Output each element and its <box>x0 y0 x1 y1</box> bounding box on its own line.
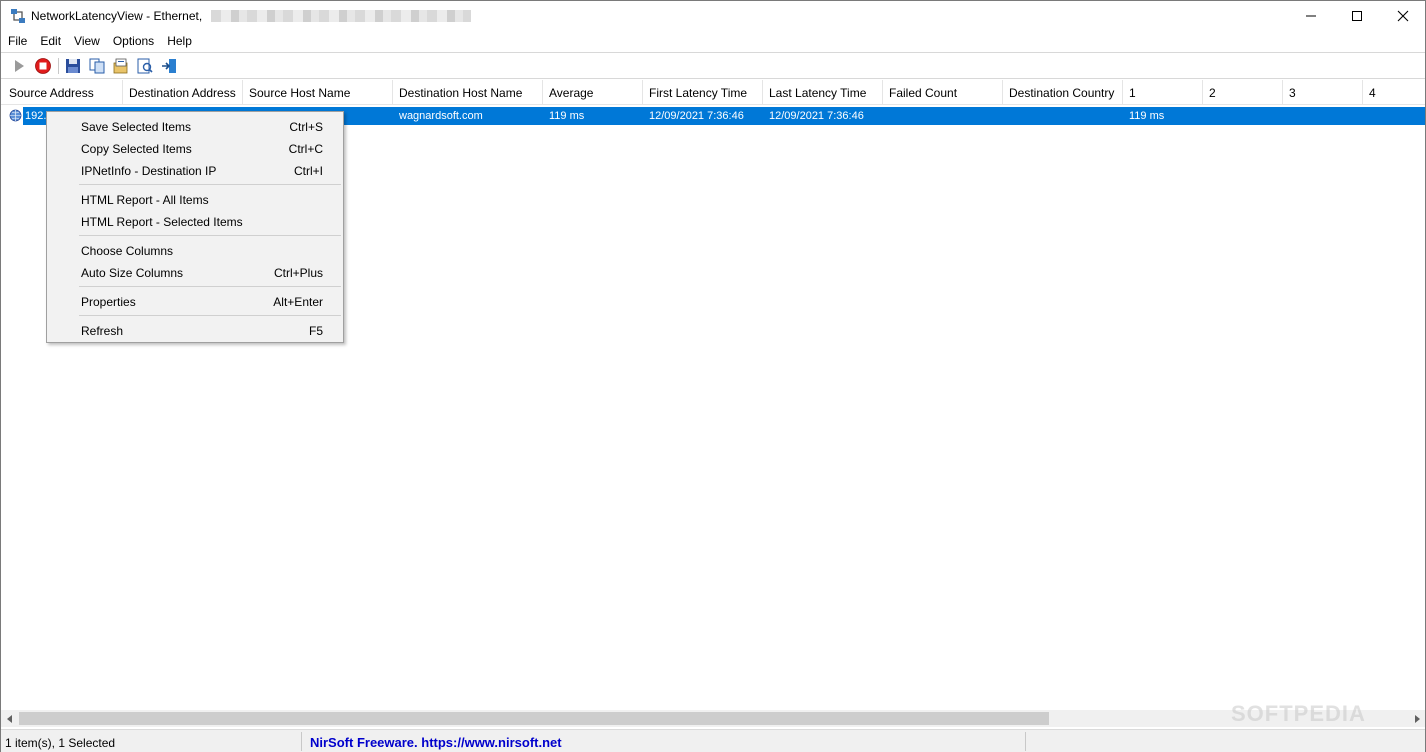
column-source-host-name[interactable]: Source Host Name <box>243 80 393 105</box>
stop-icon[interactable] <box>34 57 52 75</box>
menu-ipnetinfo[interactable]: IPNetInfo - Destination IP Ctrl+I <box>49 158 341 180</box>
menu-item-shortcut: Alt+Enter <box>273 295 323 309</box>
menu-item-shortcut: F5 <box>308 324 323 338</box>
menu-view[interactable]: View <box>67 31 106 51</box>
scroll-right-button[interactable] <box>1408 710 1425 727</box>
close-button[interactable] <box>1380 1 1426 31</box>
menu-separator <box>79 184 341 185</box>
column-3[interactable]: 3 <box>1283 80 1363 105</box>
cell-first-latency-time: 12/09/2021 7:36:46 <box>649 110 744 122</box>
menu-copy-selected-items[interactable]: Copy Selected Items Ctrl+C <box>49 136 341 158</box>
menu-item-label: HTML Report - Selected Items <box>81 215 243 229</box>
scroll-thumb[interactable] <box>19 712 1049 725</box>
menu-html-report-selected[interactable]: HTML Report - Selected Items <box>49 209 341 231</box>
column-last-latency-time[interactable]: Last Latency Time <box>763 80 883 105</box>
start-icon[interactable] <box>10 57 28 75</box>
status-item-count: 1 item(s), 1 Selected <box>5 736 116 750</box>
status-divider <box>1025 732 1026 751</box>
menu-refresh[interactable]: Refresh F5 <box>49 318 341 340</box>
menu-item-shortcut: Ctrl+I <box>293 164 323 178</box>
menu-item-label: Refresh <box>81 324 124 338</box>
maximize-button[interactable] <box>1334 1 1380 31</box>
nirsoft-link[interactable]: NirSoft Freeware. https://www.nirsoft.ne… <box>310 735 562 750</box>
menu-help[interactable]: Help <box>160 31 198 51</box>
maximize-icon <box>1352 11 1362 21</box>
window-title: NetworkLatencyView - Ethernet, <box>31 9 203 23</box>
cell-col-1: 119 ms <box>1129 110 1165 122</box>
menu-save-selected-items[interactable]: Save Selected Items Ctrl+S <box>49 114 341 136</box>
menu-item-shortcut: Ctrl+Plus <box>273 266 323 280</box>
cell-destination-host-name: wagnardsoft.com <box>399 110 483 122</box>
column-4[interactable]: 4 <box>1363 80 1425 105</box>
column-destination-host-name[interactable]: Destination Host Name <box>393 80 543 105</box>
menu-item-label: Save Selected Items <box>81 120 192 134</box>
redacted-title-area <box>211 10 471 22</box>
column-1[interactable]: 1 <box>1123 80 1203 105</box>
menu-options[interactable]: Options <box>106 31 160 51</box>
column-destination-address[interactable]: Destination Address <box>123 80 243 105</box>
menu-item-shortcut: Ctrl+C <box>288 142 323 156</box>
title-bar[interactable]: NetworkLatencyView - Ethernet, <box>1 1 1425 31</box>
toolbar-separator <box>58 58 59 74</box>
menu-file[interactable]: File <box>1 31 33 51</box>
menu-separator <box>79 286 341 287</box>
network-globe-icon <box>9 109 22 122</box>
exit-icon[interactable] <box>160 57 178 75</box>
column-destination-country[interactable]: Destination Country <box>1003 80 1123 105</box>
column-source-address[interactable]: Source Address <box>3 80 123 105</box>
minimize-icon <box>1306 15 1316 17</box>
html-report-icon[interactable] <box>112 57 130 75</box>
context-menu: Save Selected Items Ctrl+S Copy Selected… <box>46 111 344 343</box>
menu-html-report-all[interactable]: HTML Report - All Items <box>49 187 341 209</box>
status-bar: 1 item(s), 1 Selected NirSoft Freeware. … <box>1 729 1425 752</box>
cell-average: 119 ms <box>549 110 585 122</box>
horizontal-scrollbar[interactable] <box>1 710 1425 727</box>
column-first-latency-time[interactable]: First Latency Time <box>643 80 763 105</box>
menu-separator <box>79 235 341 236</box>
menu-item-label: Choose Columns <box>81 244 174 258</box>
copy-icon[interactable] <box>88 57 106 75</box>
column-failed-count[interactable]: Failed Count <box>883 80 1003 105</box>
column-average[interactable]: Average <box>543 80 643 105</box>
menu-item-label: HTML Report - All Items <box>81 193 209 207</box>
cell-last-latency-time: 12/09/2021 7:36:46 <box>769 110 864 122</box>
arrow-left-icon <box>6 714 12 723</box>
toolbar <box>1 52 1425 79</box>
properties-icon[interactable] <box>136 57 154 75</box>
menu-item-label: Properties <box>81 295 136 309</box>
column-2[interactable]: 2 <box>1203 80 1283 105</box>
close-icon <box>1397 10 1409 22</box>
menu-properties[interactable]: Properties Alt+Enter <box>49 289 341 311</box>
status-divider <box>301 732 302 751</box>
menu-item-label: Auto Size Columns <box>81 266 184 280</box>
menu-edit[interactable]: Edit <box>33 31 67 51</box>
softpedia-watermark: SOFTPEDIA <box>1231 701 1366 726</box>
app-window: NetworkLatencyView - Ethernet, File Edit… <box>0 0 1426 752</box>
arrow-right-icon <box>1414 714 1420 723</box>
menu-bar: File Edit View Options Help <box>1 31 1425 51</box>
minimize-button[interactable] <box>1288 1 1334 31</box>
menu-item-label: Copy Selected Items <box>81 142 192 156</box>
list-header: Source Address Destination Address Sourc… <box>1 80 1425 105</box>
cell-source-address: 192. <box>25 110 47 122</box>
menu-item-shortcut: Ctrl+S <box>289 120 323 134</box>
menu-separator <box>79 315 341 316</box>
menu-item-label: IPNetInfo - Destination IP <box>81 164 217 178</box>
network-app-icon <box>11 9 25 23</box>
save-icon[interactable] <box>64 57 82 75</box>
scroll-left-button[interactable] <box>1 710 18 727</box>
menu-choose-columns[interactable]: Choose Columns <box>49 238 341 260</box>
menu-auto-size-columns[interactable]: Auto Size Columns Ctrl+Plus <box>49 260 341 282</box>
